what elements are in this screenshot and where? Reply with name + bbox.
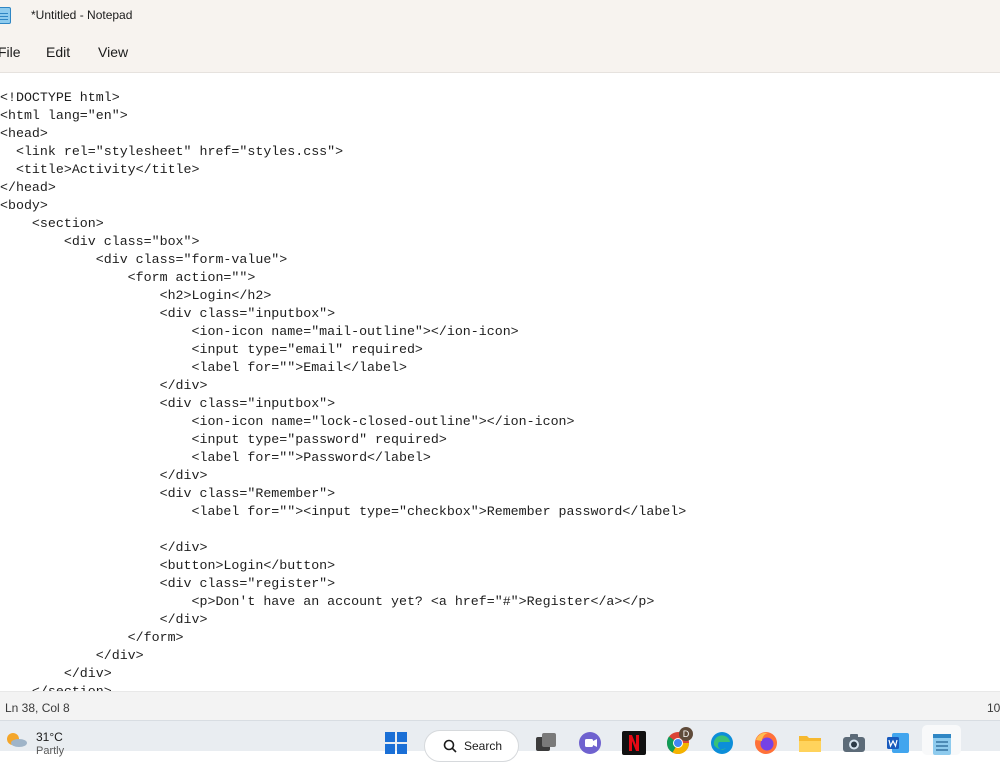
task-view-icon[interactable] bbox=[534, 731, 558, 755]
text-editor[interactable]: <!DOCTYPE html> <html lang="en"> <head> <l… bbox=[0, 73, 1000, 691]
code-line: <input type="password" required> bbox=[0, 432, 447, 447]
code-line: <html lang="en"> bbox=[0, 108, 128, 123]
firefox-icon[interactable] bbox=[754, 731, 778, 755]
code-line: <label for="">Password</label> bbox=[0, 450, 431, 465]
code-line: <ion-icon name="lock-closed-outline"></i… bbox=[0, 414, 575, 429]
notepad-app-icon bbox=[0, 7, 11, 24]
chrome-profile-badge: D bbox=[679, 727, 693, 741]
code-line: <link rel="stylesheet" href="styles.css"… bbox=[0, 144, 344, 159]
code-line: </head> bbox=[0, 180, 56, 195]
camera-icon[interactable] bbox=[842, 731, 866, 755]
code-line: </div> bbox=[0, 612, 208, 627]
windows-start-icon[interactable] bbox=[384, 731, 408, 755]
chrome-profile-letter: D bbox=[682, 729, 690, 739]
code-line: <ion-icon name="mail-outline"></ion-icon… bbox=[0, 324, 519, 339]
file-explorer-icon[interactable] bbox=[798, 731, 822, 755]
weather-description[interactable]: Partly bbox=[36, 745, 64, 757]
code-line: <section> bbox=[0, 216, 104, 231]
title-bar: *Untitled - Notepad bbox=[0, 0, 1000, 32]
search-label: Search bbox=[464, 739, 503, 753]
menu-file[interactable]: File bbox=[0, 44, 21, 60]
code-line: <div class="form-value"> bbox=[0, 252, 288, 267]
window-title: *Untitled - Notepad bbox=[31, 8, 133, 22]
code-line: <title>Activity</title> bbox=[0, 162, 200, 177]
taskbar: 31°C Partly Search D bbox=[0, 720, 1000, 762]
code-line: </div> bbox=[0, 378, 208, 393]
search-icon bbox=[443, 739, 457, 753]
code-line: <div class="register"> bbox=[0, 576, 336, 591]
code-line: </div> bbox=[0, 666, 112, 681]
taskbar-search[interactable]: Search bbox=[424, 730, 519, 762]
menu-bar: File Edit View bbox=[0, 32, 1000, 73]
zoom-level: 10 bbox=[987, 701, 1000, 715]
code-line: </form> bbox=[0, 630, 184, 645]
code-line: </div> bbox=[0, 468, 208, 483]
code-line: <button>Login</button> bbox=[0, 558, 336, 573]
netflix-icon[interactable] bbox=[622, 731, 646, 755]
code-line: <head> bbox=[0, 126, 48, 141]
word-icon[interactable] bbox=[886, 731, 910, 755]
edge-icon[interactable] bbox=[710, 731, 734, 755]
teams-icon[interactable] bbox=[578, 731, 602, 755]
code-line: </section> bbox=[0, 683, 686, 691]
code-line: <div class="Remember"> bbox=[0, 486, 336, 501]
code-line: <div class="box"> bbox=[0, 234, 200, 249]
notepad-icon[interactable] bbox=[930, 731, 954, 755]
code-line: <div class="inputbox"> bbox=[0, 396, 336, 411]
code-line: <h2>Login</h2> bbox=[0, 288, 272, 303]
menu-edit[interactable]: Edit bbox=[46, 44, 70, 60]
code-line: <label for=""><input type="checkbox">Rem… bbox=[0, 504, 687, 519]
code-line: <form action=""> bbox=[0, 270, 256, 285]
code-line: <input type="email" required> bbox=[0, 342, 423, 357]
code-line: </div> bbox=[0, 540, 208, 555]
weather-temperature[interactable]: 31°C bbox=[36, 730, 63, 744]
menu-view[interactable]: View bbox=[98, 44, 128, 60]
cursor-position: Ln 38, Col 8 bbox=[5, 701, 70, 715]
code-line: </div> bbox=[0, 648, 144, 663]
weather-icon[interactable] bbox=[5, 731, 27, 747]
code-line: <label for="">Email</label> bbox=[0, 360, 407, 375]
code-text: <!DOCTYPE html> <html lang="en"> <head> <l… bbox=[0, 89, 686, 691]
code-line: <!DOCTYPE html> bbox=[0, 90, 120, 105]
code-line: <body> bbox=[0, 198, 48, 213]
code-line: <div class="inputbox"> bbox=[0, 306, 336, 321]
code-line: <p>Don't have an account yet? <a href="#… bbox=[0, 594, 655, 609]
status-bar: Ln 38, Col 8 10 bbox=[0, 691, 1000, 721]
